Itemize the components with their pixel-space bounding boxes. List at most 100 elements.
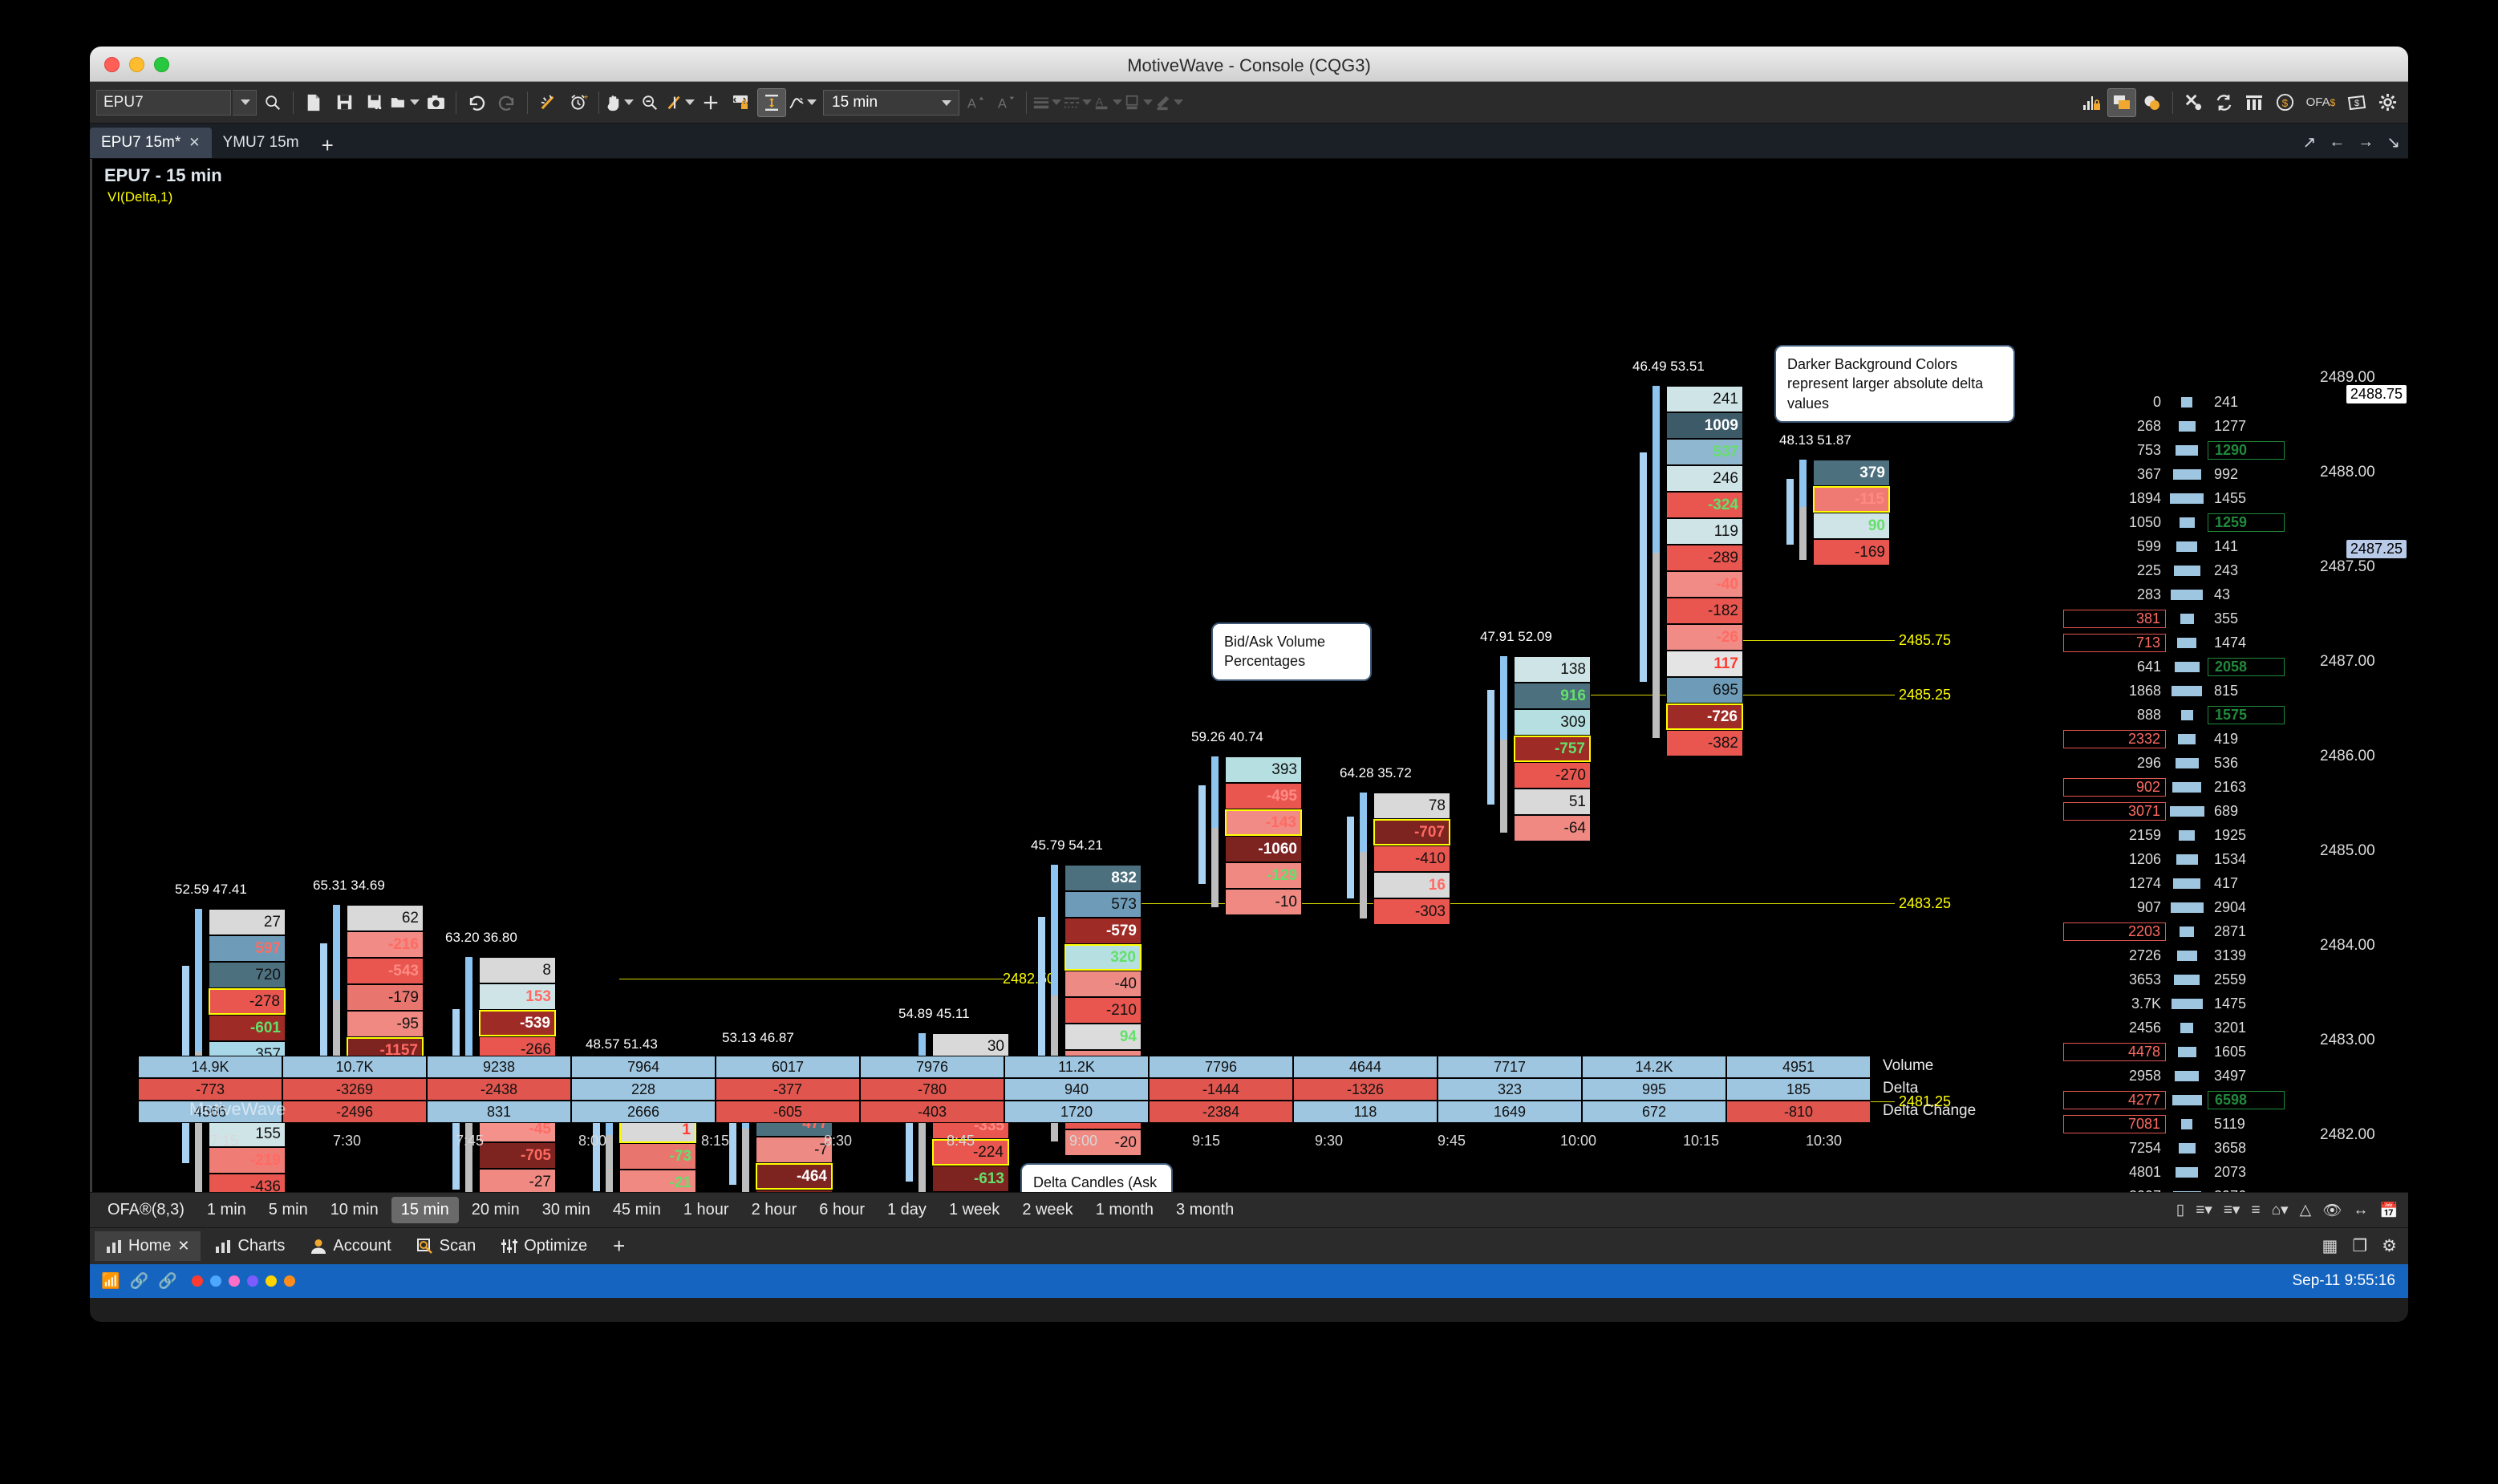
footprint-cell[interactable]: -210	[1064, 997, 1142, 1024]
timeframe-button-10-min[interactable]: 10 min	[321, 1197, 388, 1223]
timeframe-select[interactable]: 15 min	[823, 89, 959, 116]
footprint-cell[interactable]: -129	[1225, 862, 1302, 889]
money-icon[interactable]: $	[2342, 88, 2371, 117]
footprint-cell[interactable]: -324	[1666, 492, 1743, 518]
line-weight-icon[interactable]	[1032, 88, 1061, 117]
timeframe-button-1-day[interactable]: 1 day	[878, 1197, 936, 1223]
font-color-icon[interactable]: A	[1093, 88, 1122, 117]
timeframe-button-1-month[interactable]: 1 month	[1086, 1197, 1163, 1223]
app-tab-home[interactable]: Home ✕	[95, 1231, 201, 1261]
timeframe-button-1-min[interactable]: 1 min	[197, 1197, 256, 1223]
timeframe-button-15-min[interactable]: 15 min	[391, 1197, 459, 1223]
app-tab-account[interactable]: Account	[299, 1231, 402, 1261]
footprint-cell[interactable]: 153	[479, 983, 556, 1010]
fill-color-icon[interactable]	[1124, 88, 1153, 117]
footprint-cell[interactable]: 78	[1373, 793, 1450, 819]
dom-row[interactable]: 902 2163	[2063, 778, 2408, 797]
timeframe-button-3-month[interactable]: 3 month	[1166, 1197, 1243, 1223]
status-indicator-dot[interactable]	[229, 1275, 241, 1287]
footprint-cell[interactable]: -601	[209, 1015, 286, 1041]
footprint-cell[interactable]: -579	[1064, 918, 1142, 944]
save-as-icon[interactable]	[360, 88, 389, 117]
ofa-icon[interactable]: OFA $	[2301, 88, 2341, 117]
footprint-cell[interactable]: -1060	[1225, 836, 1302, 862]
footprint-cell[interactable]: 695	[1666, 677, 1743, 703]
magic-wand-icon[interactable]	[533, 88, 562, 117]
dom-row[interactable]: 713 1474	[2063, 634, 2408, 652]
dom-row[interactable]: 3653 2559	[2063, 971, 2408, 989]
close-icon[interactable]: ✕	[177, 1238, 189, 1255]
footprint-cell[interactable]: -436	[209, 1174, 286, 1192]
footprint-cell[interactable]: 8	[479, 957, 556, 983]
camera-icon[interactable]	[421, 88, 450, 117]
footprint-cell[interactable]: 94	[1064, 1024, 1142, 1050]
calendar-icon[interactable]: 📅	[2379, 1201, 2399, 1220]
dom-row[interactable]: 4801 2073	[2063, 1163, 2408, 1182]
footprint-cell[interactable]: -303	[1373, 898, 1450, 925]
footprint-cell[interactable]: -464	[756, 1163, 833, 1190]
add-app-tab-button[interactable]: +	[602, 1234, 636, 1259]
undo-icon[interactable]	[462, 88, 491, 117]
footprint-cell[interactable]: -26	[1666, 624, 1743, 651]
line-style-icon[interactable]	[1063, 88, 1092, 117]
search-icon[interactable]	[258, 88, 287, 117]
crosshair-icon[interactable]	[696, 88, 725, 117]
footprint-cell[interactable]: -64	[1514, 815, 1591, 841]
alert-icon[interactable]: △	[2300, 1201, 2312, 1219]
lock-chart-icon[interactable]	[2077, 88, 2106, 117]
dom-row[interactable]: 3071 689	[2063, 802, 2408, 821]
close-icon[interactable]: ✕	[189, 135, 200, 151]
footprint-cell[interactable]: 720	[209, 962, 286, 988]
app-tab-scan[interactable]: Scan	[406, 1231, 488, 1261]
list-left-icon[interactable]: ≡▾	[2196, 1201, 2212, 1219]
zoom-out-icon[interactable]	[635, 88, 664, 117]
symbol-input[interactable]: EPU7	[96, 89, 231, 116]
timeframe-button-45-min[interactable]: 45 min	[603, 1197, 671, 1223]
timeframe-button-1-week[interactable]: 1 week	[939, 1197, 1009, 1223]
footprint-cell[interactable]: 90	[1813, 513, 1890, 539]
dom-row[interactable]: 268 1277	[2063, 417, 2408, 436]
dom-row[interactable]: 1894 1455	[2063, 489, 2408, 508]
footprint-cell[interactable]: -726	[1666, 703, 1743, 730]
footprint-cell[interactable]: -182	[1666, 598, 1743, 624]
popout-icon[interactable]: ↗	[2302, 132, 2316, 152]
chart-canvas[interactable]: EPU7 - 15 min VI(Delta,1) 2485.75 2485.2…	[90, 159, 2408, 1192]
footprint-cell[interactable]: 573	[1064, 891, 1142, 918]
app-tab-optimize[interactable]: Optimize	[490, 1231, 598, 1261]
footprint-cell[interactable]: -179	[347, 984, 424, 1011]
footprint-cell[interactable]: -410	[1373, 845, 1450, 872]
new-file-icon[interactable]	[299, 88, 328, 117]
footprint-cell[interactable]: 27	[209, 909, 286, 935]
timeframe-button-20-min[interactable]: 20 min	[462, 1197, 529, 1223]
footprint-cell[interactable]: -278	[209, 988, 286, 1015]
footprint-cell[interactable]: -95	[347, 1011, 424, 1037]
status-indicator-dot[interactable]	[247, 1275, 259, 1287]
nav-back-icon[interactable]: ←	[2329, 133, 2345, 152]
timeframe-button-5-min[interactable]: 5 min	[259, 1197, 318, 1223]
refresh-icon[interactable]	[2209, 88, 2238, 117]
footprint-cell[interactable]: -382	[1666, 730, 1743, 756]
chain-icon[interactable]: 🔗	[158, 1271, 177, 1291]
elliott-wave-icon[interactable]	[788, 88, 817, 117]
link-icon[interactable]: 🔗	[130, 1271, 149, 1291]
dom-row[interactable]: 3.7K 1475	[2063, 995, 2408, 1013]
footprint-cell[interactable]: 62	[347, 905, 424, 931]
app-tab-charts[interactable]: Charts	[204, 1231, 296, 1261]
clock-dollar-icon[interactable]: $	[2270, 88, 2299, 117]
save-icon[interactable]	[330, 88, 359, 117]
timeframe-button-2-week[interactable]: 2 week	[1012, 1197, 1082, 1223]
footprint-cell[interactable]: 320	[1064, 944, 1142, 971]
font-down-icon[interactable]: A	[991, 88, 1020, 117]
home-add-icon[interactable]: ⌂▾	[2272, 1201, 2289, 1219]
dom-row[interactable]: 753 1290	[2063, 441, 2408, 460]
copy-icon[interactable]: ❐	[2352, 1236, 2367, 1256]
dom-row[interactable]: 381 355	[2063, 610, 2408, 628]
dom-row[interactable]: 2958 3497	[2063, 1067, 2408, 1085]
chart-tab-ymu7[interactable]: YMU7 15m	[212, 128, 310, 158]
chart-tab-epu7[interactable]: EPU7 15m* ✕	[90, 128, 212, 158]
footprint-cell[interactable]: -115	[1813, 486, 1890, 513]
footprint-cell[interactable]: -216	[347, 931, 424, 958]
footprint-cell[interactable]: 393	[1225, 756, 1302, 783]
footprint-cell[interactable]: 51	[1514, 789, 1591, 815]
footprint-cell[interactable]: -707	[1373, 819, 1450, 845]
